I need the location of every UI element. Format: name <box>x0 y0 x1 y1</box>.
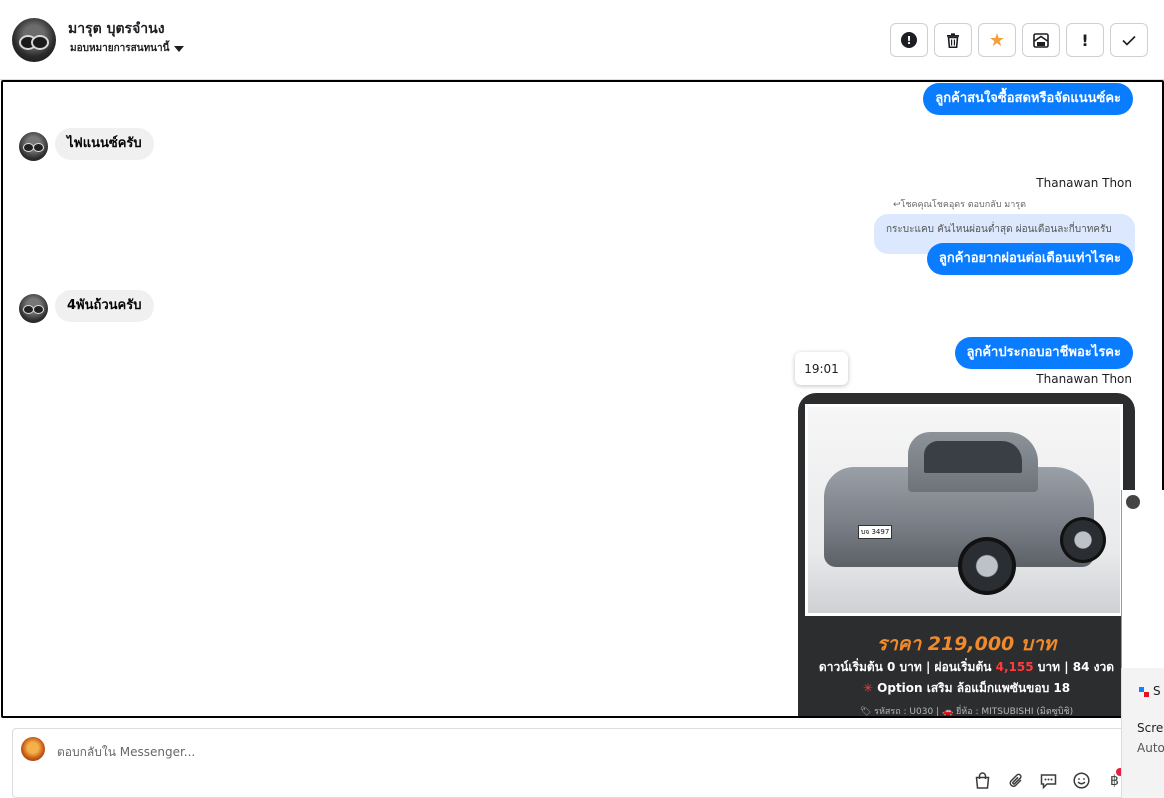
trash-icon <box>947 32 959 48</box>
shopping-bag-icon[interactable] <box>973 771 992 790</box>
floating-preview-window[interactable] <box>1121 490 1164 670</box>
page-avatar <box>21 737 45 761</box>
assign-conversation-dropdown[interactable]: มอบหมายการสนทนานี้ <box>70 41 185 56</box>
contact-name[interactable]: มารุต บุตรจำนง <box>68 18 165 40</box>
message-thread[interactable]: ลูกค้าสนใจซื้อสดหรือจัดแนนซ์คะ ไฟแนนซ์คร… <box>1 80 1164 718</box>
screenshot-toast[interactable]: S Scre Auto <box>1121 668 1164 798</box>
preview-avatar <box>1126 495 1140 509</box>
listing-code: 🏷 รหัสรถ : U030 | 🚗 ยี่ห้อ : MITSUBISHI … <box>859 707 1074 717</box>
emoji-icon[interactable] <box>1072 771 1091 790</box>
outgoing-message[interactable]: ลูกค้าอยากผ่อนต่อเดือนเท่าไรคะ <box>926 243 1133 275</box>
terms-down: ดาวน์เริ่มต้น 0 บาท | ผ่อนเริ่มต้น <box>818 660 996 674</box>
alert-circle-icon: ! <box>901 32 917 48</box>
priority-button[interactable]: ! <box>1066 23 1104 57</box>
truck-windshield <box>924 441 1022 473</box>
rear-wheel <box>1060 517 1106 563</box>
license-plate: บจ 3497 <box>858 525 892 539</box>
terms-monthly-amount: 4,155 <box>995 660 1034 674</box>
snip-tool-icon <box>1139 687 1149 697</box>
paperclip-icon[interactable] <box>1006 771 1025 790</box>
sender-name: Thanawan Thon <box>1036 176 1132 190</box>
toast-heading: Scre <box>1137 721 1164 735</box>
assign-label: มอบหมายการสนทนานี้ <box>70 43 170 54</box>
mark-unread-icon <box>1033 32 1049 48</box>
vehicle-photo[interactable]: บจ 3497 <box>805 404 1123 616</box>
vehicle-listing-card[interactable]: บจ 3497 ราคา 219,000 บาท ดาวน์เริ่มต้น 0… <box>798 393 1135 717</box>
contact-avatar-small[interactable] <box>19 294 48 323</box>
conversation-header: มารุต บุตรจำนง มอบหมายการสนทนานี้ ! ★ ! <box>0 0 1164 80</box>
star-button[interactable]: ★ <box>978 23 1016 57</box>
sender-name: Thanawan Thon <box>1036 372 1132 386</box>
star-icon: ★ <box>988 29 1006 51</box>
check-icon <box>1122 35 1136 46</box>
pickup-truck-image: บจ 3497 <box>808 407 1120 613</box>
mark-unread-button[interactable] <box>1022 23 1060 57</box>
reply-context: ↩โชคคุณโชคอุดร ตอบกลับ มารุต <box>893 200 1026 210</box>
spam-button[interactable]: ! <box>890 23 928 57</box>
reply-composer[interactable]: ตอบกลับใน Messenger... ฿ <box>12 728 1164 798</box>
option-text: Option เสริม ล้อแม็กแพซันขอบ 18 <box>872 681 1071 695</box>
conversation-toolbar: ! ★ ! <box>890 23 1148 57</box>
composer-toolbar: ฿ <box>973 771 1124 790</box>
contact-avatar[interactable] <box>12 18 56 62</box>
outgoing-message[interactable]: ลูกค้าประกอบอาชีพอะไรคะ <box>954 337 1133 369</box>
contact-avatar-small[interactable] <box>19 132 48 161</box>
caret-down-icon <box>174 45 185 52</box>
toast-body: Auto <box>1137 741 1164 755</box>
toast-title: S <box>1153 684 1161 698</box>
exclamation-icon: ! <box>1081 30 1089 50</box>
listing-option: ✳ Option เสริม ล้อแม็กแพซันขอบ 18 <box>798 679 1135 698</box>
front-wheel <box>958 537 1016 595</box>
listing-terms: ดาวน์เริ่มต้น 0 บาท | ผ่อนเริ่มต้น 4,155… <box>798 658 1135 677</box>
listing-price: ราคา 219,000 บาท <box>876 633 1057 655</box>
timestamp-tooltip: 19:01 <box>795 352 848 385</box>
terms-installments: บาท | 84 งวด <box>1033 660 1115 674</box>
incoming-message[interactable]: ไฟแนนซ์ครับ <box>55 128 154 160</box>
done-button[interactable] <box>1110 23 1148 57</box>
asterisk-icon: ✳ <box>862 681 873 695</box>
incoming-message[interactable]: 4พันถ้วนครับ <box>55 290 154 322</box>
delete-button[interactable] <box>934 23 972 57</box>
reply-input[interactable]: ตอบกลับใน Messenger... <box>57 743 195 762</box>
outgoing-message[interactable]: ลูกค้าสนใจซื้อสดหรือจัดแนนซ์คะ <box>923 83 1133 115</box>
chat-bubble-icon[interactable] <box>1039 771 1058 790</box>
